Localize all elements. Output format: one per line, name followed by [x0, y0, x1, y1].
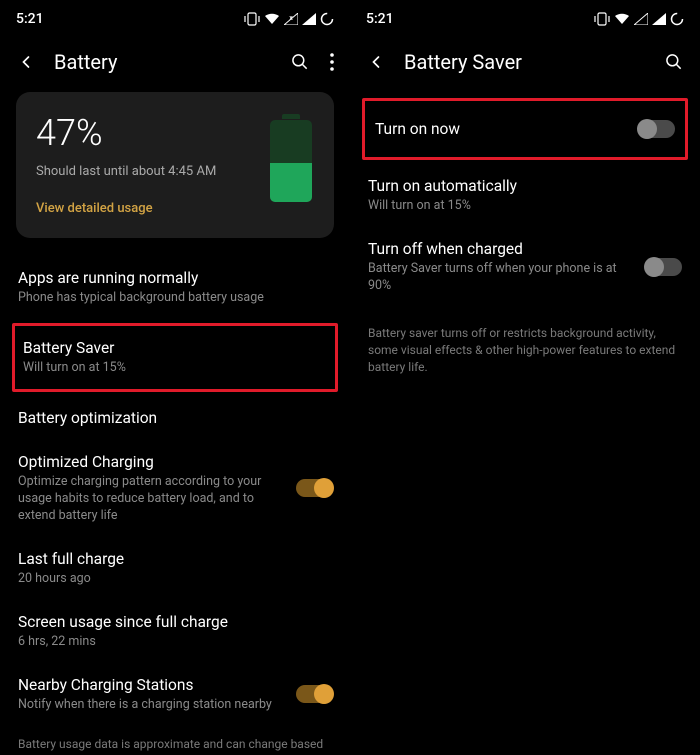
wifi-icon — [264, 13, 280, 25]
wifi-icon — [614, 13, 630, 25]
optimized-charging-title: Optimized Charging — [18, 452, 286, 472]
svg-text:x: x — [289, 14, 293, 22]
battery-saver-screen: 5:21 Battery Saver Turn on now Turn on — [350, 0, 700, 755]
battery-saver-sub: Will turn on at 15% — [23, 360, 327, 377]
status-icons: x — [244, 12, 334, 26]
back-icon[interactable] — [366, 52, 386, 72]
nearby-charging-toggle[interactable] — [296, 685, 332, 703]
turn-off-charged-sub: Battery Saver turns off when your phone … — [368, 261, 636, 295]
page-title: Battery Saver — [404, 50, 646, 74]
turn-on-now-title: Turn on now — [375, 119, 629, 139]
vibrate-icon — [594, 12, 610, 26]
turn-on-now-highlight: Turn on now — [362, 98, 688, 160]
more-icon[interactable] — [330, 53, 334, 71]
apps-running-item[interactable]: Apps are running normally Phone has typi… — [0, 256, 350, 319]
turn-on-now-toggle[interactable] — [639, 120, 675, 138]
progress-icon — [670, 12, 684, 26]
vibrate-icon — [244, 12, 260, 26]
header: Battery Saver — [350, 30, 700, 92]
nearby-charging-sub: Notify when there is a charging station … — [18, 697, 286, 714]
turn-on-auto-sub: Will turn on at 15% — [368, 198, 682, 215]
status-bar: 5:21 — [350, 0, 700, 30]
status-icons — [594, 12, 684, 26]
battery-saver-item[interactable]: Battery Saver Will turn on at 15% — [21, 334, 329, 381]
status-time: 5:21 — [16, 11, 44, 27]
battery-card[interactable]: 47% Should last until about 4:45 AM View… — [16, 92, 334, 238]
saver-footnote: Battery saver turns off or restricts bac… — [350, 315, 700, 385]
turn-off-charged-title: Turn off when charged — [368, 239, 636, 259]
screen-usage-item[interactable]: Screen usage since full charge 6 hrs, 22… — [0, 600, 350, 663]
status-time: 5:21 — [366, 11, 394, 27]
progress-icon — [320, 12, 334, 26]
page-title: Battery — [54, 50, 272, 74]
signal-icon — [634, 13, 648, 25]
turn-on-now-item[interactable]: Turn on now — [371, 109, 679, 149]
last-full-charge-sub: 20 hours ago — [18, 571, 332, 588]
status-bar: 5:21 x — [0, 0, 350, 30]
turn-off-charged-toggle[interactable] — [646, 258, 682, 276]
battery-saver-highlight: Battery Saver Will turn on at 15% — [12, 323, 338, 392]
last-full-charge-item[interactable]: Last full charge 20 hours ago — [0, 537, 350, 600]
apps-running-sub: Phone has typical background battery usa… — [18, 290, 332, 307]
battery-icon — [270, 114, 312, 202]
battery-footnote: Battery usage data is approximate and ca… — [0, 726, 350, 755]
nearby-charging-title: Nearby Charging Stations — [18, 675, 286, 695]
screen-usage-title: Screen usage since full charge — [18, 612, 332, 632]
optimized-charging-toggle[interactable] — [296, 479, 332, 497]
signal2-icon — [652, 13, 666, 25]
view-detailed-usage-link[interactable]: View detailed usage — [36, 201, 314, 216]
last-full-charge-title: Last full charge — [18, 549, 332, 569]
turn-on-auto-item[interactable]: Turn on automatically Will turn on at 15… — [350, 164, 700, 227]
battery-optimization-item[interactable]: Battery optimization — [0, 396, 350, 440]
screen-usage-sub: 6 hrs, 22 mins — [18, 634, 332, 651]
signal2-icon — [302, 13, 316, 25]
search-icon[interactable] — [664, 52, 684, 72]
apps-running-title: Apps are running normally — [18, 268, 332, 288]
signal-icon: x — [284, 13, 298, 25]
search-icon[interactable] — [290, 52, 310, 72]
header: Battery — [0, 30, 350, 92]
optimized-charging-item[interactable]: Optimized Charging Optimize charging pat… — [0, 440, 350, 537]
battery-screen: 5:21 x Battery 47% Should last until abo… — [0, 0, 350, 755]
battery-optimization-title: Battery optimization — [18, 408, 332, 428]
optimized-charging-sub: Optimize charging pattern according to y… — [18, 474, 286, 525]
nearby-charging-item[interactable]: Nearby Charging Stations Notify when the… — [0, 663, 350, 726]
back-icon[interactable] — [16, 52, 36, 72]
turn-off-charged-item[interactable]: Turn off when charged Battery Saver turn… — [350, 227, 700, 307]
battery-saver-title: Battery Saver — [23, 338, 327, 358]
turn-on-auto-title: Turn on automatically — [368, 176, 682, 196]
